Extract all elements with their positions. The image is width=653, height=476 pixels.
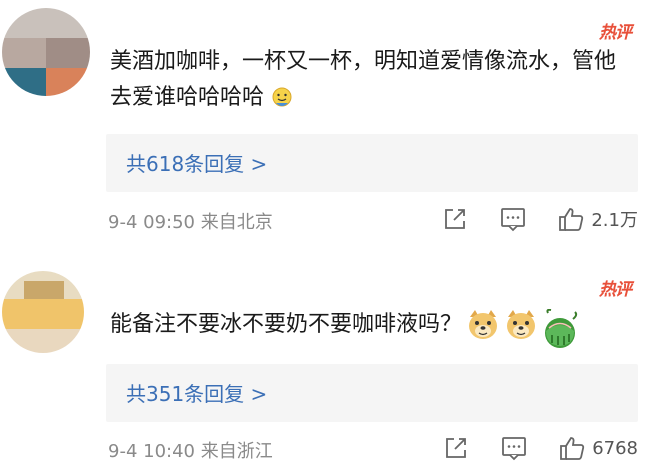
comment-text-content: 美酒加咖啡，一杯又一杯，明知道爱情像流水，管他去爱谁哈哈哈哈: [110, 49, 617, 110]
watermelon-emoji-icon: [540, 308, 580, 349]
comment-meta: 9-4 09:50 来自北京 2.1万: [108, 204, 638, 234]
doge-emoji-icon: [504, 309, 538, 341]
avatar[interactable]: [2, 271, 84, 353]
like-button[interactable]: 2.1万: [557, 205, 638, 233]
comment-item: 热评 能备注不要冰不要奶不要咖啡液吗？ 共351条回复 > 9-4 10:40 …: [0, 251, 653, 476]
like-button[interactable]: 6768: [558, 434, 638, 462]
comment-actions: 6768: [412, 433, 638, 463]
hot-comment-badge: 热评: [599, 23, 632, 43]
like-count: 6768: [592, 437, 638, 459]
reply-icon[interactable]: [499, 205, 527, 233]
doge-emoji-icon: [466, 309, 500, 341]
view-replies-link[interactable]: 共351条回复 >: [126, 378, 267, 407]
view-replies-link[interactable]: 共618条回复 >: [126, 148, 267, 177]
replies-box[interactable]: 共618条回复 >: [106, 134, 638, 192]
comment-actions: 2.1万: [411, 204, 638, 234]
comment-item: 热评 美酒加咖啡，一杯又一杯，明知道爱情像流水，管他去爱谁哈哈哈哈 共618条回…: [0, 0, 653, 243]
reply-icon[interactable]: [500, 434, 528, 462]
comment-text: 美酒加咖啡，一杯又一杯，明知道爱情像流水，管他去爱谁哈哈哈哈: [110, 44, 630, 116]
thumbs-up-icon[interactable]: [557, 205, 585, 233]
comment-text-content: 能备注不要冰不要奶不要咖啡液吗？: [110, 312, 463, 337]
comment-time-location: 9-4 09:50 来自北京: [108, 212, 273, 233]
share-icon[interactable]: [442, 434, 470, 462]
comment-text: 能备注不要冰不要奶不要咖啡液吗？: [110, 305, 630, 348]
replies-box[interactable]: 共351条回复 >: [106, 364, 638, 422]
comment-time-location: 9-4 10:40 来自浙江: [108, 441, 273, 462]
comment-meta: 9-4 10:40 来自浙江 6768: [108, 433, 638, 463]
hot-comment-badge: 热评: [599, 280, 632, 300]
avatar[interactable]: [2, 8, 90, 96]
like-count: 2.1万: [591, 210, 638, 231]
smile-emoji-icon: [270, 86, 294, 110]
share-icon[interactable]: [441, 205, 469, 233]
thumbs-up-icon[interactable]: [558, 434, 586, 462]
